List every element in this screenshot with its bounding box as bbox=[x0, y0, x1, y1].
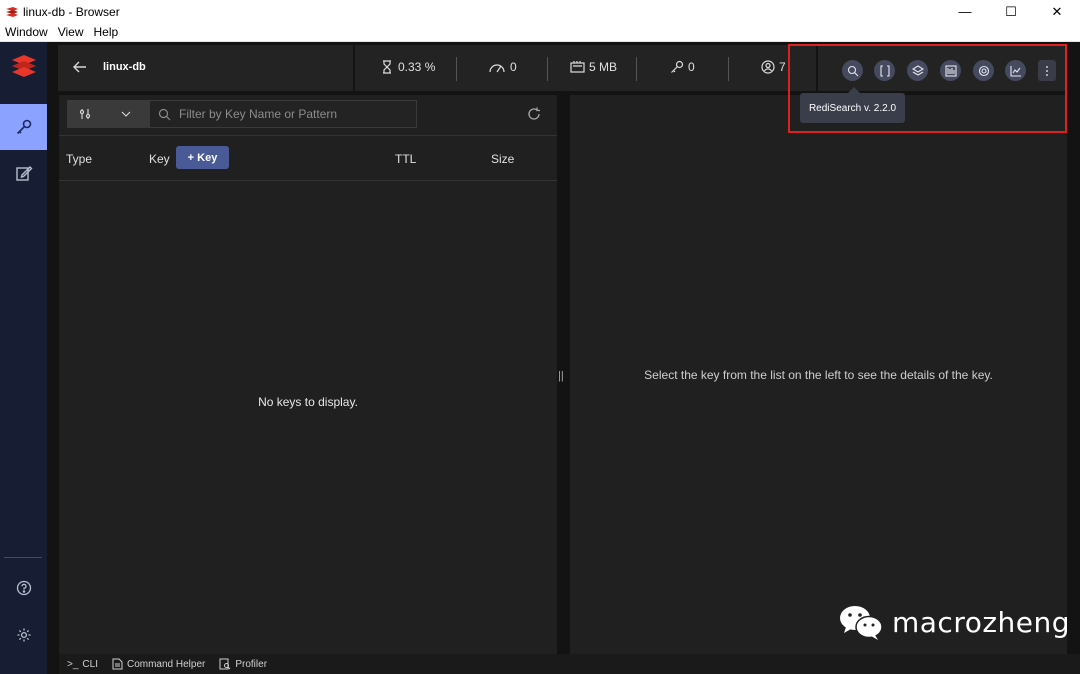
filter-sliders-icon bbox=[79, 109, 91, 119]
minimize-button[interactable]: — bbox=[942, 0, 988, 23]
menu-help[interactable]: Help bbox=[88, 25, 123, 39]
profiler-search-icon bbox=[219, 658, 231, 670]
redisgears-icon bbox=[978, 65, 989, 76]
close-button[interactable]: ✕ bbox=[1034, 0, 1080, 23]
key-search-input[interactable]: Filter by Key Name or Pattern bbox=[149, 100, 417, 128]
cli-button[interactable]: >_ CLI bbox=[67, 659, 98, 670]
watermark: macrozheng bbox=[838, 603, 1070, 641]
left-navigation bbox=[0, 42, 47, 674]
column-key[interactable]: Key bbox=[149, 152, 170, 166]
key-type-filter-dropdown[interactable] bbox=[67, 100, 149, 128]
empty-keys-message: No keys to display. bbox=[258, 395, 358, 409]
bottom-bar: >_ CLI Command Helper Profiler bbox=[59, 654, 1080, 674]
menu-view[interactable]: View bbox=[53, 25, 89, 39]
filter-bar: Filter by Key Name or Pattern bbox=[67, 100, 417, 128]
key-list-header: Type Key + Key TTL Size bbox=[59, 135, 557, 181]
search-icon bbox=[158, 108, 171, 120]
clients-value: 7 bbox=[779, 60, 786, 74]
column-type[interactable]: Type bbox=[66, 152, 92, 166]
command-helper-button[interactable]: Command Helper bbox=[112, 658, 205, 670]
speedometer-icon bbox=[489, 64, 505, 73]
refresh-icon[interactable] bbox=[527, 107, 541, 126]
details-placeholder-message: Select the key from the list on the left… bbox=[644, 368, 993, 382]
redisearch-icon bbox=[847, 65, 858, 76]
redistimeseries-icon bbox=[944, 64, 957, 77]
command-helper-label: Command Helper bbox=[126, 658, 206, 670]
header-divider bbox=[353, 45, 355, 91]
wechat-icon bbox=[840, 606, 883, 640]
window-title: linux-db - Browser bbox=[23, 4, 120, 19]
header-divider bbox=[816, 45, 818, 91]
profiler-button[interactable]: Profiler bbox=[219, 658, 267, 670]
redisgraph-icon bbox=[911, 64, 924, 76]
memory-chip-icon bbox=[570, 61, 585, 73]
ops-value: 0 bbox=[510, 60, 517, 74]
stat-separator bbox=[728, 57, 729, 81]
profiler-label: Profiler bbox=[235, 658, 268, 670]
nav-browser-key-icon[interactable] bbox=[0, 104, 47, 150]
instance-header: linux-db 0.33 % 0 5 MB 0 7 bbox=[58, 45, 1066, 91]
module-tooltip: RediSearch v. 2.2.0 bbox=[800, 93, 905, 123]
redis-logo-icon[interactable] bbox=[10, 54, 38, 80]
help-icon[interactable] bbox=[0, 565, 47, 611]
cpu-stat: 0.33 % bbox=[380, 60, 435, 74]
clients-stat: 7 bbox=[761, 60, 786, 74]
key-icon bbox=[671, 60, 684, 73]
database-name[interactable]: linux-db bbox=[103, 61, 146, 73]
key-details-panel: Select the key from the list on the left… bbox=[570, 95, 1067, 654]
chevron-down-icon bbox=[121, 111, 131, 117]
redisgears-module-button[interactable] bbox=[973, 60, 994, 81]
redisjson-module-button[interactable] bbox=[874, 60, 895, 81]
window-titlebar: linux-db - Browser — ☐ ✕ bbox=[0, 0, 1080, 23]
redisjson-icon bbox=[879, 64, 890, 77]
column-size[interactable]: Size bbox=[491, 152, 514, 166]
column-ttl[interactable]: TTL bbox=[395, 152, 416, 166]
redistimeseries-module-button[interactable] bbox=[940, 60, 961, 81]
redisgraph-module-button[interactable] bbox=[907, 60, 928, 81]
stat-separator bbox=[636, 57, 637, 81]
add-key-button[interactable]: + Key bbox=[176, 146, 229, 169]
more-vertical-icon bbox=[1046, 65, 1048, 76]
user-circle-icon bbox=[761, 60, 775, 74]
redisbloom-module-button[interactable] bbox=[1005, 60, 1026, 81]
nav-divider bbox=[4, 557, 42, 558]
panel-resize-handle[interactable]: || bbox=[558, 370, 564, 382]
cli-prompt-icon: >_ bbox=[67, 658, 79, 670]
maximize-button[interactable]: ☐ bbox=[988, 0, 1034, 23]
settings-gear-icon[interactable] bbox=[0, 612, 47, 658]
memory-value: 5 MB bbox=[589, 60, 618, 74]
more-options-button[interactable] bbox=[1038, 60, 1056, 81]
document-icon bbox=[112, 658, 123, 670]
redisearch-module-button[interactable] bbox=[842, 60, 863, 81]
ops-stat: 0 bbox=[488, 60, 517, 74]
hourglass-icon bbox=[383, 60, 391, 74]
search-placeholder: Filter by Key Name or Pattern bbox=[179, 107, 338, 121]
back-arrow-icon[interactable] bbox=[72, 59, 88, 75]
key-list-panel: Filter by Key Name or Pattern Type Key +… bbox=[59, 95, 557, 654]
nav-workbench-edit-icon[interactable] bbox=[0, 150, 47, 196]
menu-window[interactable]: Window bbox=[0, 25, 53, 39]
redisinsight-app-icon bbox=[5, 6, 19, 18]
cli-label: CLI bbox=[82, 658, 98, 670]
redisbloom-icon bbox=[1009, 65, 1021, 77]
stat-separator bbox=[456, 57, 457, 81]
memory-stat: 5 MB bbox=[570, 60, 617, 74]
stat-separator bbox=[547, 57, 548, 81]
keys-stat: 0 bbox=[670, 60, 695, 74]
watermark-text: macrozheng bbox=[892, 605, 1071, 639]
menu-bar: Window View Help bbox=[0, 23, 1080, 42]
keys-value: 0 bbox=[688, 60, 695, 74]
cpu-value: 0.33 % bbox=[398, 60, 436, 74]
